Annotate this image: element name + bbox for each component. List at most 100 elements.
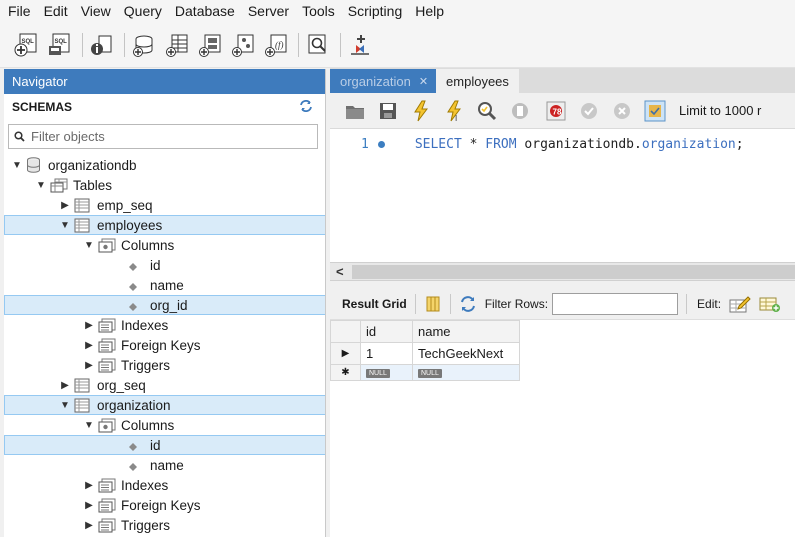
expanded-arrow-icon[interactable]: ▼ — [84, 420, 94, 431]
menu-view[interactable]: View — [76, 0, 119, 22]
expanded-arrow-icon[interactable]: ▼ — [60, 400, 70, 411]
collapsed-arrow-icon[interactable]: ▶ — [84, 340, 94, 351]
create-procedure-icon[interactable] — [230, 32, 256, 58]
table-cell-name[interactable]: NULL — [412, 364, 520, 381]
create-function-icon[interactable]: (f) — [263, 32, 289, 58]
inspector-icon[interactable] — [89, 32, 115, 58]
explain-icon[interactable] — [476, 100, 498, 122]
create-view-icon[interactable] — [197, 32, 223, 58]
database-icon — [26, 157, 41, 173]
toggle-error-icon[interactable]: 78 — [545, 100, 567, 122]
tree-item-organizationdb[interactable]: ▼ organizationdb — [4, 155, 325, 175]
tree-item-indexes[interactable]: ▶ Indexes — [4, 315, 325, 335]
auto-commit-icon[interactable] — [644, 100, 666, 122]
table-cell-name[interactable]: TechGeekNext — [412, 342, 520, 365]
edit-row-icon[interactable] — [729, 294, 751, 314]
expanded-arrow-icon[interactable]: ▼ — [12, 160, 22, 171]
menu-file[interactable]: File — [3, 0, 39, 22]
column-diamond-icon — [128, 280, 138, 291]
table-cell-id[interactable]: 1 — [360, 342, 413, 365]
reconnect-icon[interactable] — [347, 32, 373, 58]
tree-item-column-id[interactable]: id — [4, 255, 325, 275]
tab-employees[interactable]: employees — [436, 69, 519, 93]
save-icon[interactable] — [377, 100, 399, 122]
column-header-id[interactable]: id — [360, 320, 413, 343]
form-editor-icon[interactable] — [424, 295, 442, 313]
toolbar-separator — [414, 293, 416, 314]
menu-server[interactable]: Server — [243, 0, 297, 22]
execute-current-icon[interactable]: I — [443, 100, 465, 123]
current-row-arrow-icon: ▶ — [330, 342, 361, 365]
scroll-left-icon[interactable]: < — [336, 263, 344, 281]
limit-rows-select[interactable]: Limit to 1000 r — [679, 103, 761, 118]
expanded-arrow-icon[interactable]: ▼ — [36, 180, 46, 191]
collapsed-arrow-icon[interactable]: ▶ — [84, 360, 94, 371]
tree-item-column-name[interactable]: name — [4, 455, 325, 475]
tree-item-column-id[interactable]: id — [4, 435, 325, 455]
menu-query[interactable]: Query — [119, 0, 170, 22]
tree-item-columns[interactable]: ▼ Columns — [4, 415, 325, 435]
commit-icon[interactable] — [578, 100, 600, 122]
tree-item-triggers[interactable]: ▶ Triggers — [4, 355, 325, 375]
svg-text:I: I — [455, 114, 457, 122]
tree-item-org-seq[interactable]: ▶ org_seq — [4, 375, 325, 395]
new-sql-tab-icon[interactable]: SQL — [14, 32, 40, 58]
svg-text:(f): (f) — [275, 40, 284, 50]
triggers-folder-icon — [98, 358, 116, 373]
tree-item-emp-seq[interactable]: ▶ emp_seq — [4, 195, 325, 215]
tree-item-column-org-id[interactable]: org_id — [4, 295, 325, 315]
column-diamond-icon — [128, 440, 138, 451]
sql-editor[interactable]: 1 SELECT * FROM organizationdb. organizat… — [330, 129, 795, 262]
rollback-icon[interactable] — [611, 100, 633, 122]
scrollbar-thumb[interactable] — [352, 265, 795, 279]
result-toolbar: Result Grid Filter Rows: Edit: — [330, 288, 795, 320]
new-row[interactable]: ✱ NULL NULL — [330, 364, 520, 381]
collapsed-arrow-icon[interactable]: ▶ — [84, 500, 94, 511]
editor-horizontal-scrollbar[interactable]: < — [330, 262, 795, 281]
tree-item-organization[interactable]: ▼ organization — [4, 395, 325, 415]
close-icon[interactable]: ✕ — [419, 75, 428, 88]
toolbar-separator — [686, 293, 688, 314]
table-icon — [74, 218, 90, 233]
refresh-icon[interactable] — [299, 99, 313, 115]
expanded-arrow-icon[interactable]: ▼ — [84, 240, 94, 251]
collapsed-arrow-icon[interactable]: ▶ — [60, 380, 70, 391]
create-table-icon[interactable] — [164, 32, 190, 58]
filter-objects-input[interactable] — [31, 129, 301, 144]
tree-item-columns[interactable]: ▼ Columns — [4, 235, 325, 255]
column-diamond-icon — [128, 300, 138, 311]
menu-help[interactable]: Help — [410, 0, 452, 22]
tree-item-indexes[interactable]: ▶ Indexes — [4, 475, 325, 495]
table-cell-id[interactable]: NULL — [360, 364, 413, 381]
column-header-name[interactable]: name — [412, 320, 520, 343]
create-schema-icon[interactable] — [131, 32, 157, 58]
tree-item-foreign-keys[interactable]: ▶ Foreign Keys — [4, 335, 325, 355]
tab-organization[interactable]: organization ✕ — [330, 69, 437, 93]
tree-item-employees[interactable]: ▼ employees — [4, 215, 325, 235]
menu-edit[interactable]: Edit — [39, 0, 76, 22]
menu-tools[interactable]: Tools — [297, 0, 343, 22]
collapsed-arrow-icon[interactable]: ▶ — [84, 480, 94, 491]
table-row[interactable]: ▶ 1 TechGeekNext — [330, 342, 520, 365]
menu-scripting[interactable]: Scripting — [343, 0, 410, 22]
open-sql-script-icon[interactable]: SQL — [47, 32, 73, 58]
filter-rows-input[interactable] — [552, 292, 679, 315]
execute-icon[interactable] — [410, 100, 432, 122]
expanded-arrow-icon[interactable]: ▼ — [60, 220, 70, 231]
open-file-icon[interactable] — [344, 100, 366, 122]
tree-label: emp_seq — [97, 197, 153, 213]
collapsed-arrow-icon[interactable]: ▶ — [84, 520, 94, 531]
search-table-data-icon[interactable] — [305, 32, 331, 58]
insert-row-icon[interactable] — [759, 294, 781, 314]
tree-item-tables[interactable]: ▼ Tables — [4, 175, 325, 195]
collapsed-arrow-icon[interactable]: ▶ — [84, 320, 94, 331]
triggers-folder-icon — [98, 518, 116, 533]
stop-icon[interactable] — [509, 100, 531, 122]
refresh-icon[interactable] — [459, 295, 477, 312]
tree-item-triggers[interactable]: ▶ Triggers — [4, 515, 325, 535]
menu-database[interactable]: Database — [170, 0, 243, 22]
tree-item-foreign-keys[interactable]: ▶ Foreign Keys — [4, 495, 325, 515]
result-grid-button[interactable]: Result Grid — [342, 297, 407, 311]
collapsed-arrow-icon[interactable]: ▶ — [60, 200, 70, 211]
tree-item-column-name[interactable]: name — [4, 275, 325, 295]
